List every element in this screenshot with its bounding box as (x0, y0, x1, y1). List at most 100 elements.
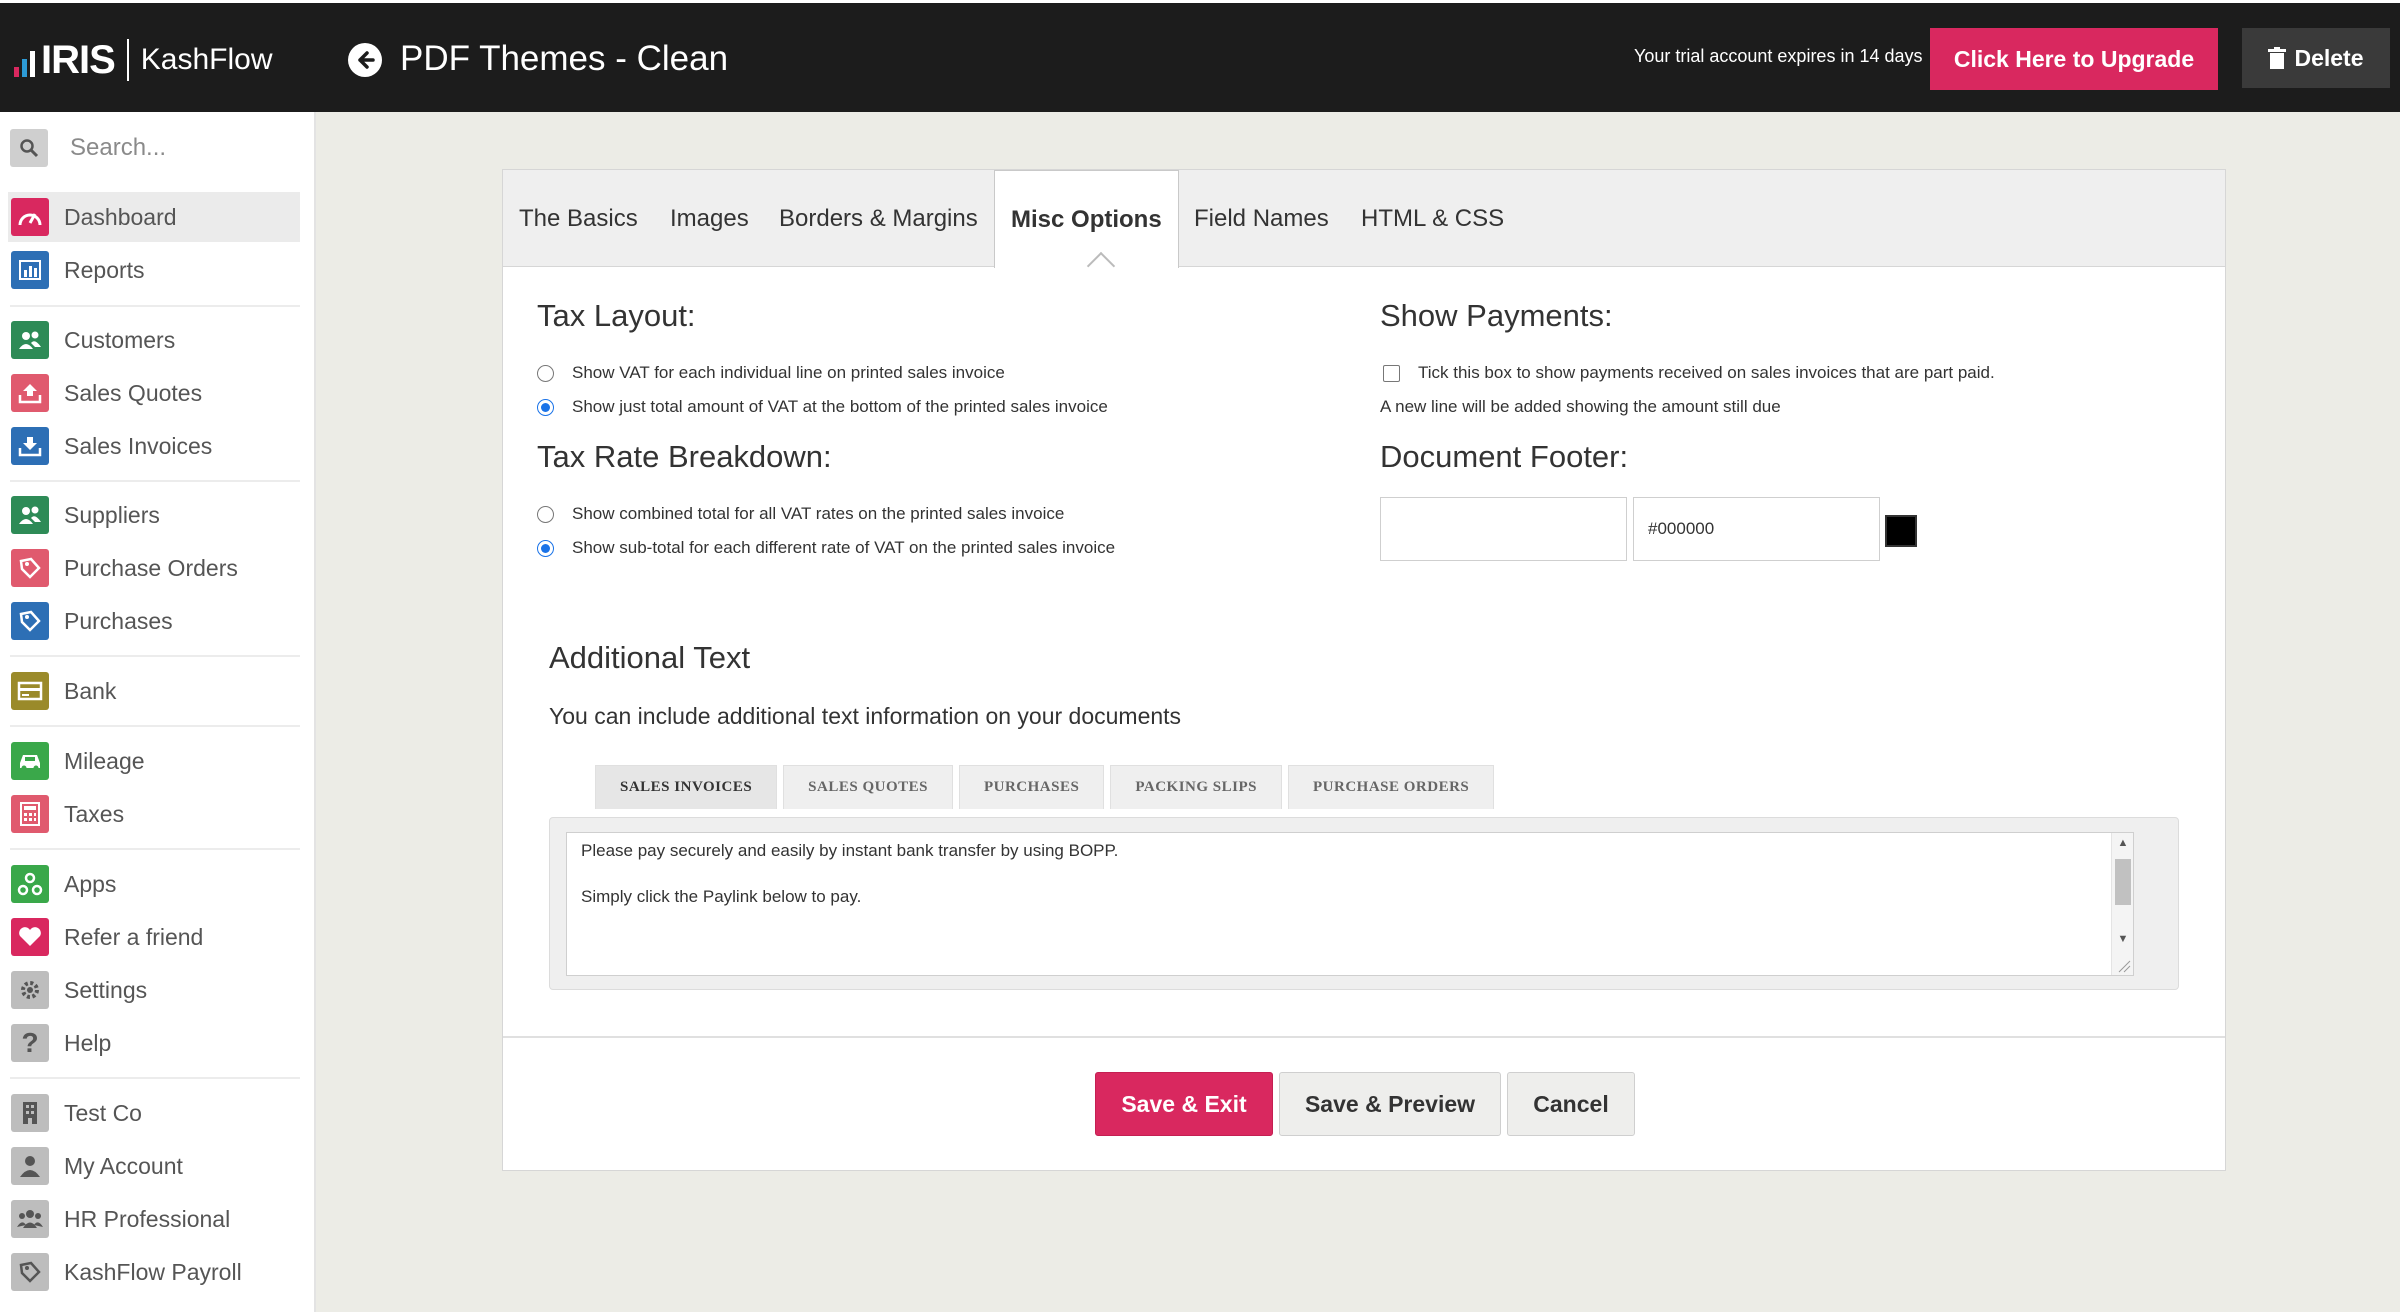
tax-rate-breakdown-title: Tax Rate Breakdown: (537, 439, 832, 474)
sidebar-item-customers[interactable]: Customers (8, 315, 300, 365)
sidebar-divider (10, 725, 300, 727)
sidebar-item-test-co[interactable]: Test Co (8, 1088, 300, 1138)
sidebar-item-taxes[interactable]: Taxes (8, 789, 300, 839)
radio-label: Show VAT for each individual line on pri… (572, 363, 1005, 382)
card-icon (11, 672, 49, 710)
search-box[interactable] (10, 127, 300, 169)
sidebar-item-suppliers[interactable]: Suppliers (8, 490, 300, 540)
scroll-up-arrow-icon[interactable]: ▲ (2112, 833, 2134, 853)
top-bar: IRIS KashFlow PDF Themes - Clean Your tr… (0, 0, 2400, 112)
upgrade-button[interactable]: Click Here to Upgrade (1930, 28, 2218, 90)
footer-text-input[interactable] (1380, 497, 1627, 561)
tab-field-names[interactable]: Field Names (1194, 205, 1329, 233)
subtab-packing-slips[interactable]: PACKING SLIPS (1110, 765, 1282, 809)
sidebar-item-label: Help (64, 1029, 112, 1056)
tab-images[interactable]: Images (670, 205, 749, 233)
textarea-line: Please pay securely and easily by instan… (581, 841, 1119, 860)
save-exit-button[interactable]: Save & Exit (1095, 1072, 1273, 1136)
sidebar-item-label: Dashboard (64, 203, 177, 230)
sidebar-divider (10, 480, 300, 482)
tag-icon (11, 1253, 49, 1291)
radio-button[interactable] (537, 505, 554, 523)
radio-label: Show just total amount of VAT at the bot… (572, 397, 1108, 416)
textarea-scrollbar[interactable]: ▲ ▼ (2111, 833, 2133, 975)
tab-bar: The Basics Images Borders & Margins Misc… (503, 170, 2225, 268)
tag-icon (11, 549, 49, 587)
show-payments-option[interactable]: Tick this box to show payments received … (1383, 363, 1995, 383)
textarea-line: Simply click the Paylink below to pay. (581, 887, 862, 906)
sidebar-item-label: Bank (64, 677, 117, 704)
radio-button[interactable] (537, 539, 554, 557)
sidebar-item-mileage[interactable]: Mileage (8, 736, 300, 786)
heart-icon (11, 918, 49, 956)
sidebar-item-kashflow-payroll[interactable]: KashFlow Payroll (8, 1247, 300, 1297)
tax-rate-option-subtotal[interactable]: Show sub-total for each different rate o… (537, 538, 1115, 558)
users-icon (11, 321, 49, 359)
footer-color-input[interactable] (1633, 497, 1880, 561)
logo-separator (126, 39, 129, 81)
back-arrow-icon[interactable] (348, 43, 382, 77)
bar-chart-icon (11, 251, 49, 289)
tab-the-basics[interactable]: The Basics (519, 205, 638, 233)
subtab-purchase-orders[interactable]: PURCHASE ORDERS (1288, 765, 1495, 809)
tag-icon (11, 602, 49, 640)
radio-button[interactable] (537, 364, 554, 382)
iris-kashflow-logo[interactable]: IRIS KashFlow (14, 37, 273, 83)
show-payments-checkbox[interactable] (1383, 364, 1400, 382)
sidebar-item-label: Sales Quotes (64, 379, 203, 406)
sidebar-item-my-account[interactable]: My Account (8, 1141, 300, 1191)
tab-borders-margins[interactable]: Borders & Margins (779, 205, 978, 233)
tax-layout-option-per-line[interactable]: Show VAT for each individual line on pri… (537, 363, 1005, 383)
sidebar-item-label: Apps (64, 870, 117, 897)
resize-grip-icon[interactable] (2117, 959, 2131, 973)
sidebar-item-reports[interactable]: Reports (8, 245, 300, 295)
sidebar-item-label: HR Professional (64, 1205, 231, 1232)
building-icon (11, 1094, 49, 1132)
theme-options-card: The Basics Images Borders & Margins Misc… (502, 169, 2226, 1171)
group-icon (11, 1200, 49, 1238)
subtab-sales-quotes[interactable]: SALES QUOTES (783, 765, 953, 809)
radio-label: Show combined total for all VAT rates on… (572, 504, 1065, 523)
show-payments-title: Show Payments: (1380, 298, 1613, 333)
tax-layout-option-total[interactable]: Show just total amount of VAT at the bot… (537, 397, 1108, 417)
sidebar-item-purchase-orders[interactable]: Purchase Orders (8, 543, 300, 593)
document-type-tabs: SALES INVOICES SALES QUOTES PURCHASES PA… (595, 765, 1495, 809)
checkbox-label: Tick this box to show payments received … (1418, 363, 1995, 382)
sidebar-item-apps[interactable]: Apps (8, 859, 300, 909)
sidebar-item-bank[interactable]: Bank (8, 666, 300, 716)
cancel-button[interactable]: Cancel (1507, 1072, 1635, 1136)
tab-html-css[interactable]: HTML & CSS (1361, 205, 1504, 233)
sidebar-item-label: Sales Invoices (64, 432, 213, 459)
sidebar-item-refer-a-friend[interactable]: Refer a friend (8, 912, 300, 962)
show-payments-note: A new line will be added showing the amo… (1380, 397, 1781, 416)
sidebar-item-settings[interactable]: Settings (8, 965, 300, 1015)
save-preview-button[interactable]: Save & Preview (1279, 1072, 1501, 1136)
color-picker-swatch[interactable] (1885, 515, 1917, 547)
upload-icon (11, 374, 49, 412)
scroll-down-arrow-icon[interactable]: ▼ (2112, 929, 2134, 949)
page-title: PDF Themes - Clean (400, 39, 729, 78)
subtab-purchases[interactable]: PURCHASES (958, 765, 1105, 809)
sidebar-divider (10, 305, 300, 307)
delete-button[interactable]: Delete (2242, 28, 2390, 88)
tab-misc-options[interactable]: Misc Options (994, 170, 1179, 268)
sidebar-item-sales-quotes[interactable]: Sales Quotes (8, 368, 300, 418)
sidebar-item-sales-invoices[interactable]: Sales Invoices (8, 421, 300, 471)
sidebar-item-hr-professional[interactable]: HR Professional (8, 1194, 300, 1244)
tax-rate-option-combined[interactable]: Show combined total for all VAT rates on… (537, 504, 1064, 524)
subtab-sales-invoices[interactable]: SALES INVOICES (595, 765, 778, 809)
sidebar-item-label: Suppliers (64, 501, 160, 528)
radio-button[interactable] (537, 398, 554, 416)
actions-divider (503, 1036, 2225, 1038)
search-input[interactable] (70, 134, 290, 162)
sidebar-item-help[interactable]: ? Help (8, 1018, 300, 1068)
sidebar-item-label: Test Co (64, 1099, 142, 1126)
sidebar-item-purchases[interactable]: Purchases (8, 596, 300, 646)
sidebar-item-label: Mileage (64, 747, 145, 774)
scroll-thumb[interactable] (2115, 859, 2131, 905)
additional-text-textarea[interactable]: Please pay securely and easily by instan… (566, 832, 2134, 976)
search-icon[interactable] (10, 129, 48, 167)
sidebar-item-dashboard[interactable]: Dashboard (8, 192, 300, 242)
sidebar-item-label: Customers (64, 326, 176, 353)
sidebar-divider (10, 848, 300, 850)
